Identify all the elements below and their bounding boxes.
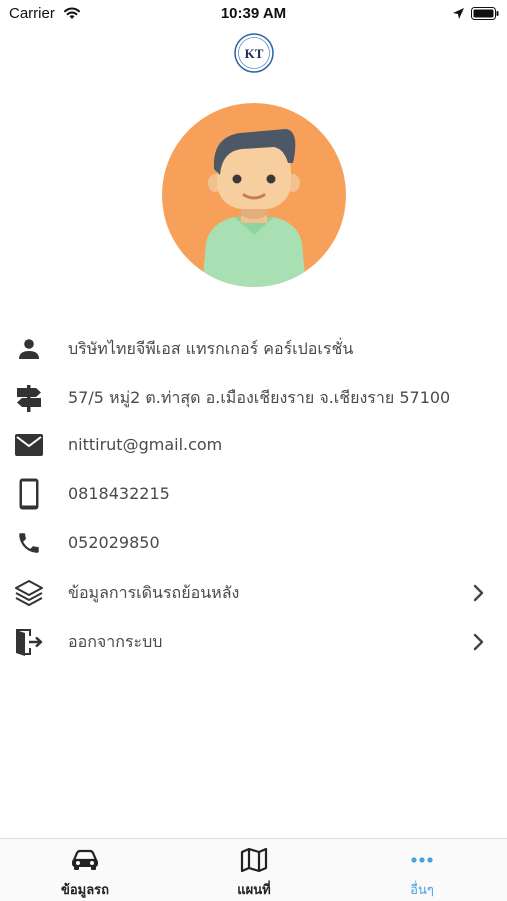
- more-icon: [367, 847, 477, 873]
- person-icon: [11, 329, 47, 369]
- phone-icon: [11, 523, 47, 563]
- chevron-right-icon: [473, 633, 484, 651]
- exit-door-icon: [11, 622, 47, 662]
- layers-icon: [11, 573, 47, 613]
- mail-icon: [11, 425, 47, 465]
- tab-map[interactable]: แผนที่: [199, 839, 309, 901]
- map-icon: [199, 847, 309, 873]
- avatar: [162, 103, 346, 287]
- tab-label: แผนที่: [237, 883, 271, 898]
- car-icon: [30, 847, 140, 873]
- chevron-right-icon: [473, 584, 484, 602]
- email-text: nittirut@gmail.com: [68, 435, 223, 454]
- logo-text: KT: [245, 46, 264, 61]
- status-bar: Carrier 10:39 AM: [0, 0, 507, 28]
- company-logo: KT: [234, 33, 274, 73]
- tab-bar: ข้อมูลรถ แผนที่ อื่นๆ: [0, 838, 507, 901]
- email-row: nittirut@gmail.com: [0, 425, 507, 465]
- tab-label: อื่นๆ: [410, 883, 434, 898]
- company-name: บริษัทไทยจีพีเอส แทรกเกอร์ คอร์เปอเรชั่น: [68, 339, 354, 358]
- location-arrow-icon: [453, 8, 464, 19]
- tab-label: ข้อมูลรถ: [60, 883, 110, 898]
- phone-row: 052029850: [0, 523, 507, 563]
- mobile-number: 0818432215: [68, 484, 170, 503]
- battery-icon: [471, 7, 499, 20]
- company-row: บริษัทไทยจีพีเอส แทรกเกอร์ คอร์เปอเรชั่น: [0, 329, 507, 369]
- logout-row[interactable]: ออกจากระบบ: [0, 622, 507, 662]
- tab-more[interactable]: อื่นๆ: [367, 839, 477, 901]
- tab-vehicle-info[interactable]: ข้อมูลรถ: [30, 839, 140, 901]
- logout-label: ออกจากระบบ: [68, 632, 163, 651]
- address-text: 57/5 หมู่2 ต.ท่าสุด อ.เมืองเชียงราย จ.เช…: [68, 388, 451, 407]
- signpost-icon: [11, 378, 47, 418]
- phone-number: 052029850: [68, 533, 160, 552]
- mobile-row: 0818432215: [0, 474, 507, 514]
- address-row: 57/5 หมู่2 ต.ท่าสุด อ.เมืองเชียงราย จ.เช…: [0, 378, 507, 418]
- history-row[interactable]: ข้อมูลการเดินรถย้อนหลัง: [0, 573, 507, 613]
- status-time: 10:39 AM: [220, 5, 287, 22]
- mobile-phone-icon: [11, 474, 47, 514]
- history-label: ข้อมูลการเดินรถย้อนหลัง: [68, 583, 240, 602]
